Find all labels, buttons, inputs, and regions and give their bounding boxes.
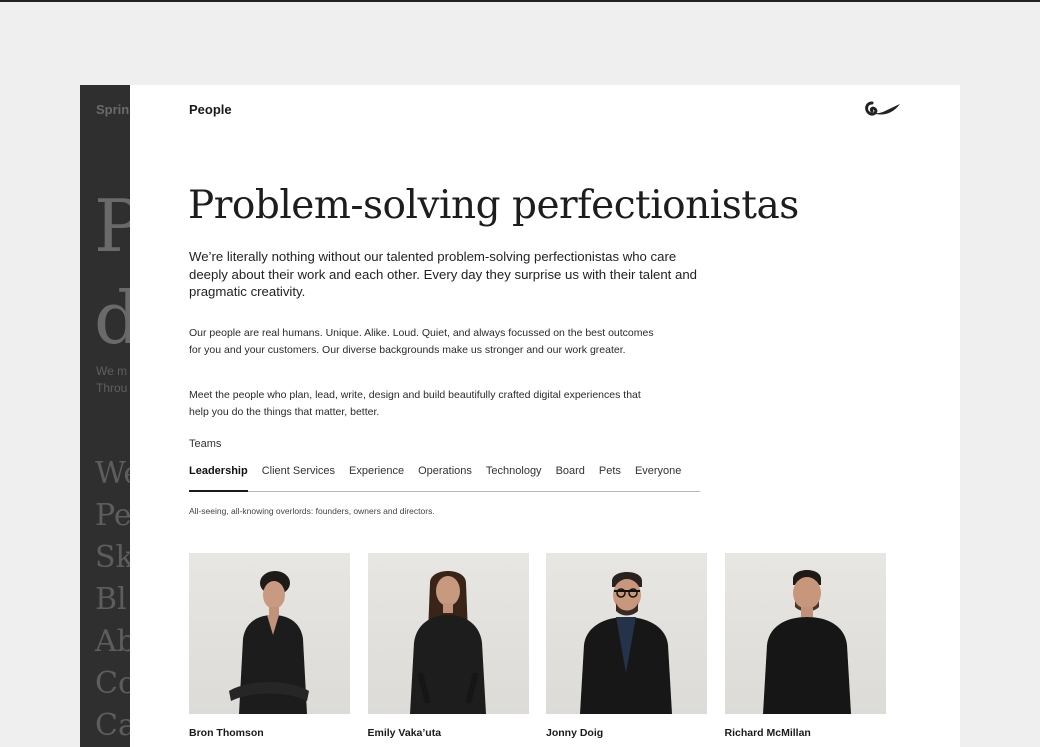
brand-logo-icon[interactable] [864, 100, 902, 120]
tab-operations[interactable]: Operations [418, 462, 472, 492]
page-title: Problem-solving perfectionistas [188, 183, 799, 228]
person-photo[interactable] [367, 553, 529, 714]
tab-everyone[interactable]: Everyone [635, 462, 681, 492]
panel-title: People [189, 102, 232, 117]
person-photo[interactable] [546, 553, 707, 714]
team-description: All-seeing, all-knowing overlords: found… [189, 506, 435, 516]
tab-leadership[interactable]: Leadership [189, 462, 248, 492]
person-card[interactable]: Jonny Doig [546, 553, 707, 739]
background-subtext-line: Throu [96, 381, 128, 395]
tab-technology[interactable]: Technology [486, 462, 542, 492]
background-subtext: We m Throu [96, 363, 127, 397]
tab-board[interactable]: Board [556, 462, 585, 492]
person-name[interactable]: Emily Vaka’uta [368, 727, 529, 739]
person-photo[interactable] [724, 553, 886, 714]
portrait-image [580, 572, 672, 714]
person-photo[interactable] [189, 553, 350, 714]
portrait-image [229, 571, 309, 714]
people-grid: Bron Thomson Emily Vaka’uta Jonny Doig R… [189, 553, 903, 739]
person-card[interactable]: Emily Vaka’uta [367, 553, 529, 739]
person-name[interactable]: Richard McMillan [725, 727, 886, 739]
person-card[interactable]: Bron Thomson [189, 553, 350, 739]
intro-lead: We’re literally nothing without our tale… [189, 249, 698, 299]
top-divider [0, 0, 1040, 2]
tab-experience[interactable]: Experience [349, 462, 404, 492]
tab-client-services[interactable]: Client Services [262, 462, 335, 492]
background-brand: Sprin [96, 102, 130, 117]
tab-pets[interactable]: Pets [599, 462, 621, 492]
people-panel: People Problem-solving perfectionistas W… [130, 85, 960, 747]
portrait-image [762, 570, 851, 714]
person-card[interactable]: Richard McMillan [724, 553, 886, 739]
background-subtext-line: We m [96, 364, 128, 378]
person-name[interactable]: Bron Thomson [189, 727, 350, 739]
person-name[interactable]: Jonny Doig [546, 727, 707, 739]
portrait-image [409, 571, 486, 714]
teams-label: Teams [189, 438, 222, 450]
intro-paragraph: Our people are real humans. Unique. Alik… [189, 327, 654, 356]
intro-paragraph: Meet the people who plan, lead, write, d… [189, 389, 641, 418]
team-tabs: Leadership Client Services Experience Op… [189, 462, 700, 492]
